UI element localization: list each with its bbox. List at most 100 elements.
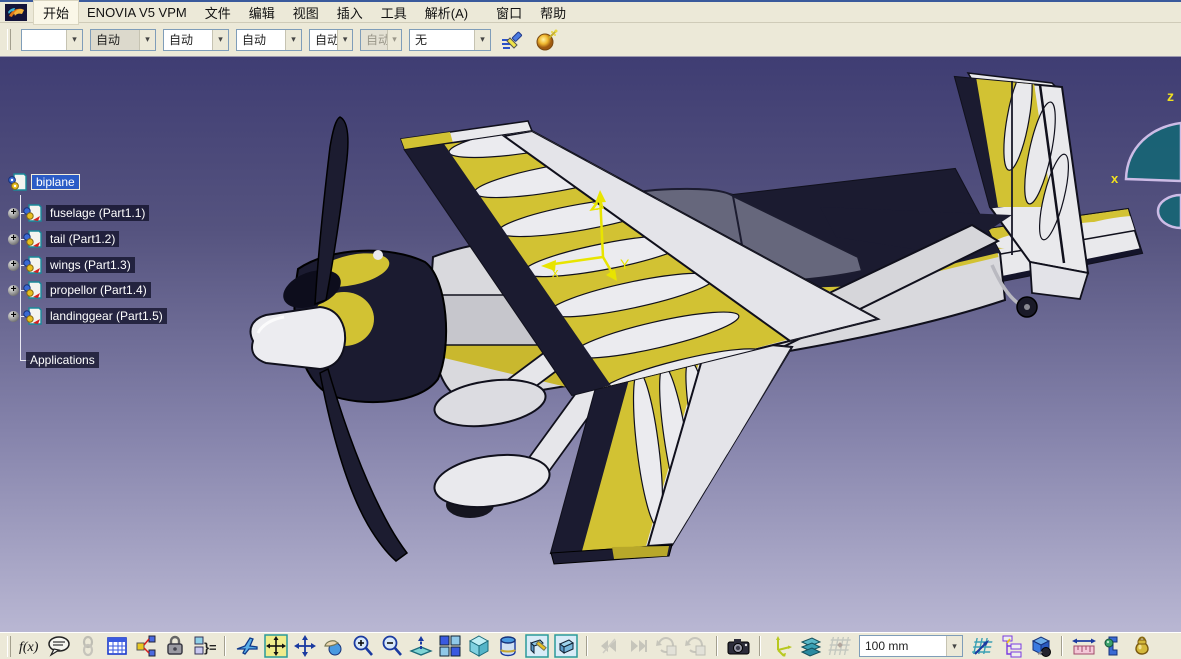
menu-enovia[interactable]: ENOVIA V5 VPM <box>78 3 196 22</box>
tree-expand-icon[interactable]: + <box>8 284 19 296</box>
menu-insert[interactable]: 插入 <box>328 1 372 24</box>
chevron-down-icon[interactable]: ▾ <box>139 29 155 50</box>
sim-loop-icon <box>682 634 709 658</box>
tree-expand-icon[interactable]: + <box>8 310 19 322</box>
tree-node-root[interactable]: biplane <box>6 171 80 193</box>
toolbar-separator <box>759 636 761 656</box>
viewport-3d[interactable]: z x Y z x biplane + fuselage (Part1.1) +… <box>0 57 1181 632</box>
hide-show-icon[interactable] <box>494 634 521 658</box>
check-rules-icon[interactable]: }= <box>190 634 217 658</box>
painter-glyph <box>502 31 523 49</box>
rotate-icon[interactable] <box>320 634 347 658</box>
catia-app-icon[interactable] <box>5 3 27 21</box>
iso-view-icon[interactable] <box>465 634 492 658</box>
fit-all-in-icon[interactable] <box>262 634 289 658</box>
product-icon <box>8 173 27 191</box>
check-rules-glyph: }= <box>194 636 216 655</box>
tree-expand-icon[interactable]: + <box>8 259 19 271</box>
auto-combo-4[interactable]: 自动 ▾ <box>309 28 353 51</box>
zoom-in-icon[interactable] <box>349 634 376 658</box>
model-spinner[interactable] <box>249 305 347 371</box>
chevron-down-icon[interactable]: ▾ <box>946 636 962 656</box>
chevron-down-icon[interactable]: ▾ <box>212 29 228 50</box>
part-instance-icon <box>23 307 42 325</box>
graphic-properties-toolbar: ▾ 自动 ▾ 自动 ▾ 自动 ▾ 自动 ▾ 自动 ▾ 无 ▾ <box>0 23 1181 57</box>
shading-edges-icon[interactable] <box>523 634 550 658</box>
measure-between-icon[interactable] <box>1070 634 1097 658</box>
measure-item-icon[interactable] <box>1099 634 1126 658</box>
hide-show-glyph <box>499 636 516 657</box>
part-instance-icon <box>23 230 42 248</box>
normal-view-icon[interactable] <box>407 634 434 658</box>
chevron-down-icon[interactable]: ▾ <box>337 29 352 50</box>
measure-inertia-glyph <box>1134 636 1149 655</box>
menu-edit[interactable]: 编辑 <box>240 1 284 24</box>
design-table-icon[interactable] <box>103 634 130 658</box>
tree-node-tail[interactable]: + tail (Part1.2) <box>8 228 120 250</box>
axis-system-icon[interactable] <box>768 634 795 658</box>
quadrant-view-icon[interactable] <box>436 634 463 658</box>
scale-combo-value: 100 mm <box>865 639 909 653</box>
fly-mode-icon[interactable] <box>233 634 260 658</box>
dependencies-icon[interactable] <box>132 634 159 658</box>
svg-text:f(x): f(x) <box>19 640 39 655</box>
tree-expand-icon[interactable]: + <box>8 207 19 219</box>
tree-node-fuselage[interactable]: + fuselage (Part1.1) <box>8 202 150 224</box>
none-combo[interactable]: 无 ▾ <box>409 28 491 51</box>
quadrant-view-glyph <box>439 635 460 657</box>
tree-node-landinggear[interactable]: + landinggear (Part1.5) <box>8 305 167 327</box>
zoom-out-glyph <box>382 635 402 656</box>
planes-icon[interactable] <box>797 634 824 658</box>
shading-icon[interactable] <box>552 634 579 658</box>
menu-window[interactable]: 窗口 <box>487 1 531 24</box>
tree-label-biplane[interactable]: biplane <box>31 174 80 190</box>
auto-combo-2[interactable]: 自动 ▾ <box>163 28 229 51</box>
menu-view[interactable]: 视图 <box>284 1 328 24</box>
color-combo[interactable]: ▾ <box>21 28 83 51</box>
toolbar-drag-handle[interactable] <box>7 29 11 50</box>
material-wizard-icon[interactable] <box>533 27 561 53</box>
tree-expand-icon[interactable]: + <box>8 233 19 245</box>
tree-label-applications[interactable]: Applications <box>26 352 99 368</box>
auto-combo-3-value: 自动 <box>242 33 267 47</box>
tree-node-applications[interactable]: Applications <box>26 349 99 371</box>
view-compass[interactable]: z x <box>1109 85 1181 235</box>
camera-icon[interactable] <box>725 634 752 658</box>
toolbar-drag-handle[interactable] <box>7 635 11 657</box>
lock-icon[interactable] <box>161 634 188 658</box>
zoom-out-icon[interactable] <box>378 634 405 658</box>
tree-label-landinggear[interactable]: landinggear (Part1.5) <box>46 308 167 324</box>
catalog-icon[interactable] <box>1027 634 1054 658</box>
speech-annotation-glyph <box>47 636 70 657</box>
measure-inertia-icon[interactable] <box>1128 634 1155 658</box>
menu-start[interactable]: 开始 <box>32 0 80 25</box>
painter-icon[interactable] <box>498 27 526 53</box>
structure-tree-icon[interactable] <box>998 634 1025 658</box>
none-combo-value: 无 <box>415 33 428 47</box>
structure-tree-glyph <box>1002 635 1021 658</box>
shading-edges-glyph <box>524 634 549 658</box>
chevron-down-icon[interactable]: ▾ <box>66 29 82 50</box>
auto-combo-3[interactable]: 自动 ▾ <box>236 28 302 51</box>
tree-node-propellor[interactable]: + propellor (Part1.4) <box>8 279 151 301</box>
auto-combo-5-value: 自动 <box>366 33 387 47</box>
scale-combo[interactable]: 100 mm ▾ <box>859 635 963 657</box>
menu-file[interactable]: 文件 <box>196 1 240 24</box>
rotate-glyph <box>323 640 341 656</box>
auto-combo-1[interactable]: 自动 ▾ <box>90 28 156 51</box>
pan-icon[interactable] <box>291 634 318 658</box>
tree-label-propellor[interactable]: propellor (Part1.4) <box>46 282 151 298</box>
tree-label-fuselage[interactable]: fuselage (Part1.1) <box>46 205 150 221</box>
formula-icon[interactable]: f(x) <box>16 634 43 658</box>
tree-label-wings[interactable]: wings (Part1.3) <box>46 257 135 273</box>
snap-grid-icon[interactable] <box>969 634 996 658</box>
tree-label-tail[interactable]: tail (Part1.2) <box>46 231 120 247</box>
tree-node-wings[interactable]: + wings (Part1.3) <box>8 254 135 276</box>
toolbar-separator <box>1061 636 1063 656</box>
menu-analyze[interactable]: 解析(A) <box>416 1 477 24</box>
menu-help[interactable]: 帮助 <box>531 1 575 24</box>
chevron-down-icon[interactable]: ▾ <box>285 29 301 50</box>
chevron-down-icon[interactable]: ▾ <box>474 29 490 50</box>
speech-annotation-icon[interactable] <box>45 634 72 658</box>
menu-tools[interactable]: 工具 <box>372 1 416 24</box>
